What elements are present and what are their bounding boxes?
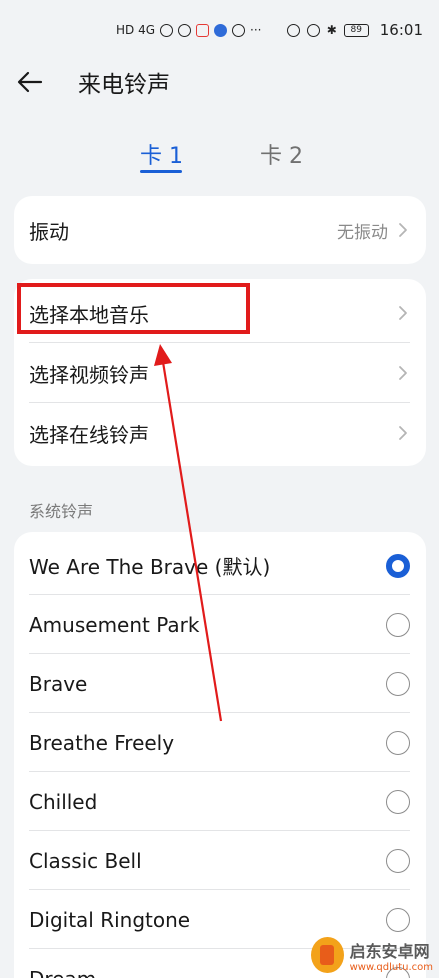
- watermark: 启东安卓网 www.qdlutu.com: [311, 934, 433, 976]
- annotation-arrow: [154, 344, 223, 722]
- watermark-logo-icon: [311, 937, 344, 973]
- watermark-title: 启东安卓网: [349, 941, 430, 961]
- watermark-url: www.qdlutu.com: [349, 961, 433, 973]
